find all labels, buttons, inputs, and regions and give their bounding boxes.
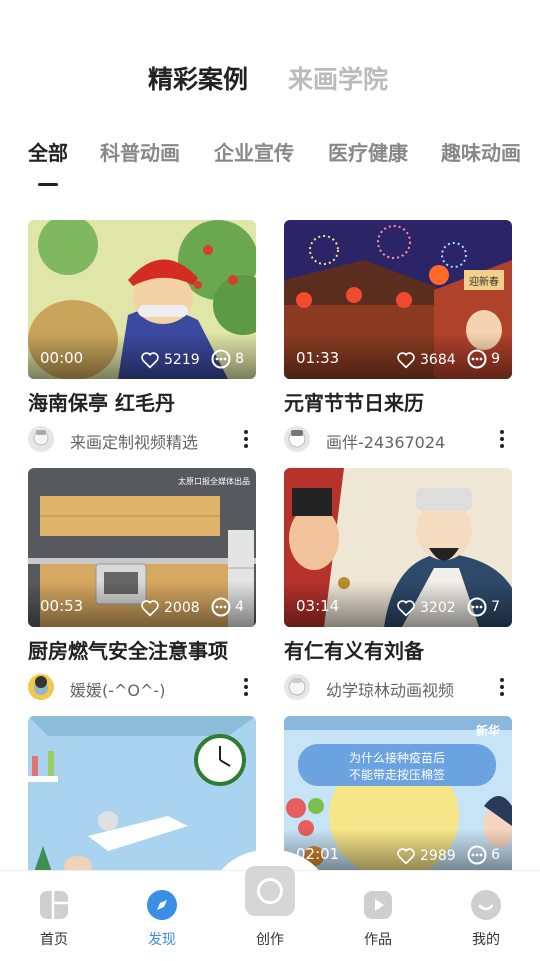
heart-icon xyxy=(397,352,415,369)
author-row[interactable]: 媛媛(-^O^-) xyxy=(28,674,256,700)
comment-count[interactable]: 8 xyxy=(211,349,244,369)
category-active-indicator xyxy=(38,183,58,186)
tab-discover[interactable]: 发现 xyxy=(108,871,216,961)
thumbnail-logo-text: 新华 xyxy=(476,723,500,738)
tab-label: 首页 xyxy=(40,932,68,948)
thumbnail-sign-text: 迎新春 xyxy=(469,275,499,288)
home-icon xyxy=(40,891,68,919)
comment-count[interactable]: 6 xyxy=(467,845,500,865)
category-all[interactable]: 全部 xyxy=(28,138,68,168)
video-duration: 03:14 xyxy=(296,597,340,615)
case-card[interactable]: 太原口报全媒体出品 00:53 2008 4 厨房燃气安全注意事项 媛媛(-^O… xyxy=(28,468,256,708)
thumbnail-banner-line1: 为什么接种疫苗后 xyxy=(349,750,445,765)
like-count[interactable]: 2989 xyxy=(396,847,456,865)
author-name[interactable]: 幼学琼林动画视频 xyxy=(326,677,454,701)
avatar[interactable] xyxy=(28,674,54,700)
like-count-value: 3684 xyxy=(420,352,456,368)
like-count-value: 2989 xyxy=(420,848,456,864)
case-title[interactable]: 厨房燃气安全注意事项 xyxy=(28,636,228,666)
comment-count-value: 6 xyxy=(491,847,500,863)
profile-icon xyxy=(471,890,501,920)
case-thumbnail[interactable]: 03:14 3202 7 xyxy=(284,468,512,627)
tab-label: 作品 xyxy=(364,932,392,948)
avatar[interactable] xyxy=(284,674,310,700)
comment-icon xyxy=(467,597,487,617)
comment-count[interactable]: 9 xyxy=(467,349,500,369)
category-fun-animation[interactable]: 趣味动画 xyxy=(441,138,521,168)
comment-count[interactable]: 7 xyxy=(467,597,500,617)
comment-icon xyxy=(211,349,231,369)
comment-count[interactable]: 4 xyxy=(211,597,244,617)
heart-icon xyxy=(141,352,159,369)
case-thumbnail[interactable]: 太原口报全媒体出品 00:53 2008 4 xyxy=(28,468,256,627)
case-thumbnail[interactable]: 迎新春 01:33 3684 9 xyxy=(284,220,512,379)
comment-count-value: 7 xyxy=(491,599,500,615)
like-count[interactable]: 2008 xyxy=(140,599,200,617)
more-options-icon[interactable] xyxy=(236,676,256,698)
like-count-value: 5219 xyxy=(164,352,200,368)
category-corporate-promo[interactable]: 企业宣传 xyxy=(214,138,294,168)
video-duration: 00:53 xyxy=(40,597,84,615)
case-thumbnail[interactable] xyxy=(28,716,256,870)
comment-count-value: 4 xyxy=(235,599,244,615)
tab-academy[interactable]: 来画学院 xyxy=(288,62,388,98)
tab-label: 我的 xyxy=(472,932,500,948)
author-row[interactable]: 幼学琼林动画视频 xyxy=(284,674,512,700)
comment-icon xyxy=(467,845,487,865)
tab-featured-cases[interactable]: 精彩案例 xyxy=(148,62,248,98)
heart-icon xyxy=(397,600,415,617)
tab-label: 发现 xyxy=(148,932,176,948)
video-duration: 00:00 xyxy=(40,349,84,367)
case-title[interactable]: 有仁有义有刘备 xyxy=(284,636,424,666)
heart-icon xyxy=(397,848,415,865)
top-bar: 精彩案例 来画学院 全部 科普动画 企业宣传 医疗健康 趣味动画 xyxy=(0,0,540,210)
comment-count-value: 8 xyxy=(235,351,244,367)
like-count[interactable]: 3684 xyxy=(396,351,456,369)
heart-icon xyxy=(141,600,159,617)
more-options-icon[interactable] xyxy=(236,428,256,450)
tab-home[interactable]: 首页 xyxy=(0,871,108,961)
case-title[interactable]: 海南保亭 红毛丹 xyxy=(28,388,175,418)
thumbnail-caption: 太原口报全媒体出品 xyxy=(178,476,250,486)
more-options-icon[interactable] xyxy=(492,676,512,698)
more-options-icon[interactable] xyxy=(492,428,512,450)
tab-label: 创作 xyxy=(256,932,284,948)
case-title[interactable]: 元宵节节日来历 xyxy=(284,388,424,418)
create-icon[interactable] xyxy=(245,866,295,916)
category-science-animation[interactable]: 科普动画 xyxy=(100,138,180,168)
comment-count-value: 9 xyxy=(491,351,500,367)
author-name[interactable]: 画伴-24367024 xyxy=(326,429,445,453)
video-duration: 01:33 xyxy=(296,349,340,367)
comment-icon xyxy=(467,349,487,369)
tab-profile[interactable]: 我的 xyxy=(432,871,540,961)
case-card[interactable]: 03:14 3202 7 有仁有义有刘备 幼学琼林动画视频 xyxy=(284,468,512,708)
case-card[interactable]: 00:00 5219 8 海南保亭 红毛丹 来画定制视频精选 xyxy=(28,220,256,460)
like-count[interactable]: 5219 xyxy=(140,351,200,369)
author-row[interactable]: 画伴-24367024 xyxy=(284,426,512,452)
avatar[interactable] xyxy=(28,426,54,452)
case-card[interactable]: 迎新春 01:33 3684 9 元宵节节日来历 画伴-24367024 xyxy=(284,220,512,460)
case-thumbnail[interactable]: 00:00 5219 8 xyxy=(28,220,256,379)
compass-icon xyxy=(147,890,177,920)
avatar[interactable] xyxy=(284,426,310,452)
thumbnail-banner-line2: 不能带走按压棉签 xyxy=(349,767,445,782)
tab-works[interactable]: 作品 xyxy=(324,871,432,961)
like-count-value: 2008 xyxy=(164,600,200,616)
author-row[interactable]: 来画定制视频精选 xyxy=(28,426,256,452)
comment-icon xyxy=(211,597,231,617)
case-thumbnail[interactable]: 新华 为什么接种疫苗后 不能带走按压棉签 02:01 2989 6 xyxy=(284,716,512,870)
author-name[interactable]: 来画定制视频精选 xyxy=(70,429,198,453)
case-card[interactable] xyxy=(28,716,256,870)
video-icon xyxy=(364,891,392,919)
author-name[interactable]: 媛媛(-^O^-) xyxy=(70,677,165,701)
category-medical-health[interactable]: 医疗健康 xyxy=(328,138,408,168)
like-count[interactable]: 3202 xyxy=(396,599,456,617)
like-count-value: 3202 xyxy=(420,600,456,616)
case-grid[interactable]: 00:00 5219 8 海南保亭 红毛丹 来画定制视频精选 迎新春 01:33… xyxy=(0,210,540,870)
case-card[interactable]: 新华 为什么接种疫苗后 不能带走按压棉签 02:01 2989 6 xyxy=(284,716,512,870)
